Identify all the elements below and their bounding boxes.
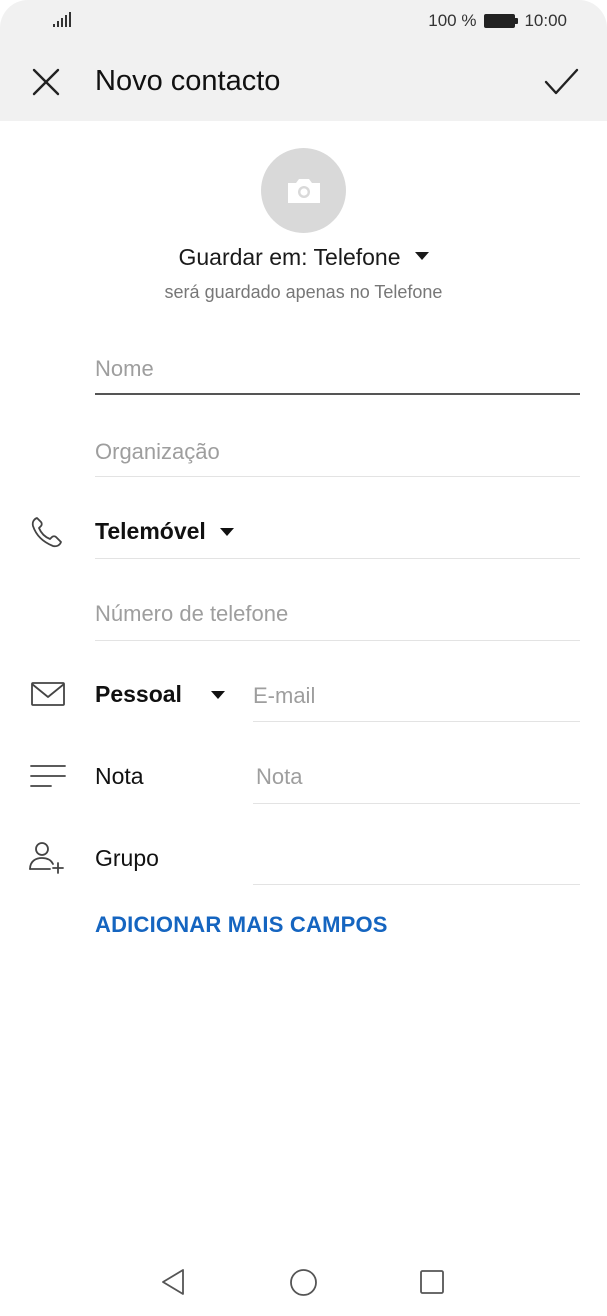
- organization-field: [95, 432, 580, 472]
- email-type-select[interactable]: Pessoal: [95, 681, 225, 708]
- phone-number-field: [95, 594, 580, 634]
- close-icon[interactable]: [28, 64, 64, 100]
- chevron-down-icon: [414, 251, 429, 260]
- group-select[interactable]: [253, 839, 580, 879]
- save-location-label: Guardar em: Telefone: [178, 244, 401, 270]
- nav-recents-icon[interactable]: [419, 1269, 445, 1295]
- email-input[interactable]: [253, 683, 580, 709]
- toolbar: Novo contacto: [0, 50, 607, 114]
- note-field: [256, 757, 580, 797]
- group-underline: [253, 884, 580, 885]
- save-location-select[interactable]: Guardar em: Telefone: [0, 244, 607, 271]
- signal-icon: [53, 12, 71, 27]
- group-label: Grupo: [95, 845, 159, 871]
- note-label: Nota: [95, 763, 144, 789]
- phone-type-select[interactable]: Telemóvel: [95, 518, 234, 545]
- status-right: 100 % 10:00: [428, 11, 567, 31]
- email-field: [253, 676, 580, 716]
- note-underline: [253, 803, 580, 804]
- organization-underline: [95, 476, 580, 477]
- email-type-label: Pessoal: [95, 681, 182, 707]
- email-icon: [31, 682, 65, 706]
- chevron-down-icon: [219, 527, 234, 536]
- name-input[interactable]: [95, 356, 580, 382]
- group-icon: [29, 842, 64, 874]
- phone-number-underline: [95, 640, 580, 641]
- header-area: 100 % 10:00 Novo contacto: [0, 0, 607, 121]
- email-underline: [253, 721, 580, 722]
- organization-input[interactable]: [95, 439, 580, 465]
- battery-percent: 100 %: [428, 11, 477, 30]
- phone-icon: [31, 517, 62, 548]
- status-bar: 100 % 10:00: [0, 0, 607, 42]
- name-field: [95, 349, 580, 389]
- nav-back-icon[interactable]: [159, 1267, 187, 1297]
- chevron-down-icon: [210, 690, 225, 699]
- phone-type-label: Telemóvel: [95, 518, 206, 544]
- note-input[interactable]: [256, 764, 580, 790]
- camera-icon: [288, 179, 320, 203]
- navigation-bar: [0, 1256, 607, 1316]
- note-icon: [30, 765, 66, 787]
- phone-number-input[interactable]: [95, 601, 580, 627]
- page-title: Novo contacto: [95, 65, 281, 97]
- name-underline: [95, 393, 580, 395]
- save-location-note: será guardado apenas no Telefone: [164, 282, 443, 302]
- clock: 10:00: [524, 11, 567, 30]
- nav-home-icon[interactable]: [289, 1268, 318, 1297]
- battery-icon: [484, 13, 519, 29]
- phone-type-underline: [95, 558, 580, 559]
- add-photo-button[interactable]: [261, 148, 346, 233]
- check-icon[interactable]: [541, 64, 581, 100]
- add-more-fields-button[interactable]: ADICIONAR MAIS CAMPOS: [95, 912, 388, 938]
